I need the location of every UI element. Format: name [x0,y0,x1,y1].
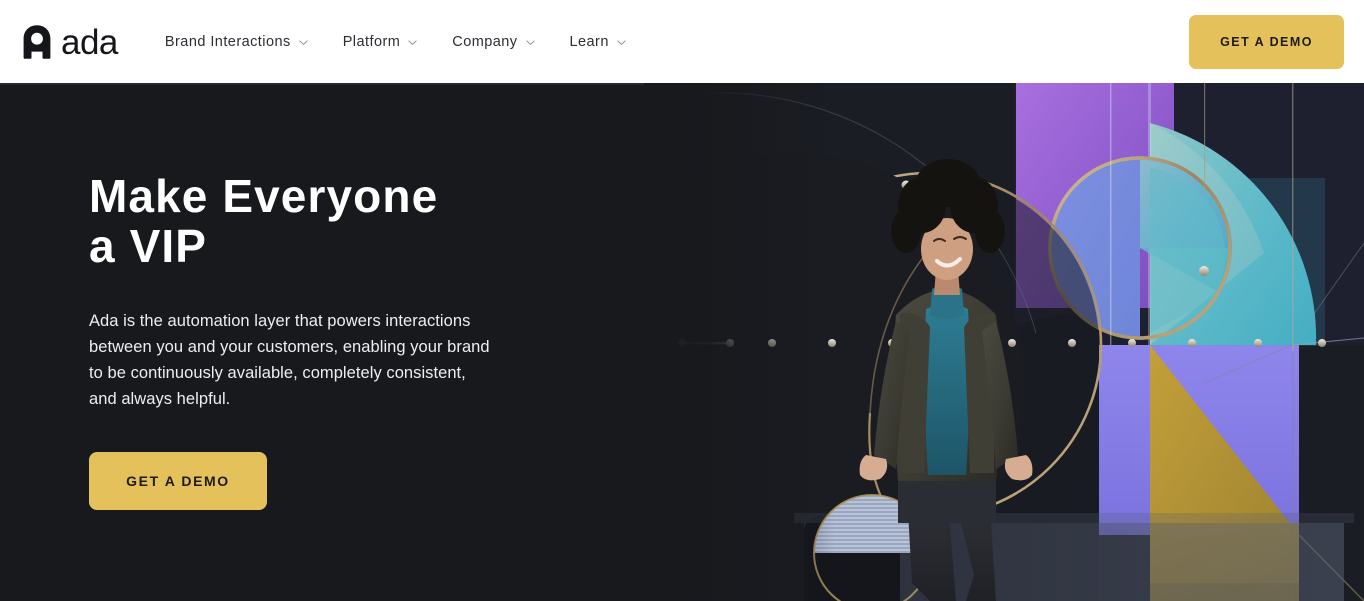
site-header: ada Brand Interactions Platform Company [0,0,1364,83]
brand-wordmark: ada [61,23,118,62]
nav-item-label: Platform [342,33,401,50]
ada-arch-logo-icon [22,24,52,60]
brand-logo[interactable]: ada [22,24,118,60]
nav-item-label: Learn [569,33,609,50]
chevron-down-icon [407,36,418,47]
nav-item-label: Brand Interactions [164,33,291,50]
nav-item-company[interactable]: Company [450,28,537,56]
chevron-down-icon [298,36,309,47]
nav-item-platform[interactable]: Platform [341,28,421,56]
chevron-down-icon [525,36,536,47]
nav-item-label: Company [452,33,518,50]
chevron-down-icon [616,36,627,47]
hero-get-a-demo-button[interactable]: GET A DEMO [89,452,267,510]
hero-copy: Make Everyone a VIP Ada is the automatio… [89,171,559,510]
nav-item-learn[interactable]: Learn [568,28,629,56]
hero-section: Make Everyone a VIP Ada is the automatio… [0,83,1364,601]
main-navigation: Brand Interactions Platform Company Lear… [163,28,629,56]
page-title: Make Everyone a VIP [89,170,439,272]
hero-subtitle: Ada is the automation layer that powers … [89,312,490,408]
hero-artwork [644,83,1364,601]
nav-item-brand-interactions[interactable]: Brand Interactions [163,28,311,56]
header-get-a-demo-button[interactable]: GET A DEMO [1189,15,1344,69]
